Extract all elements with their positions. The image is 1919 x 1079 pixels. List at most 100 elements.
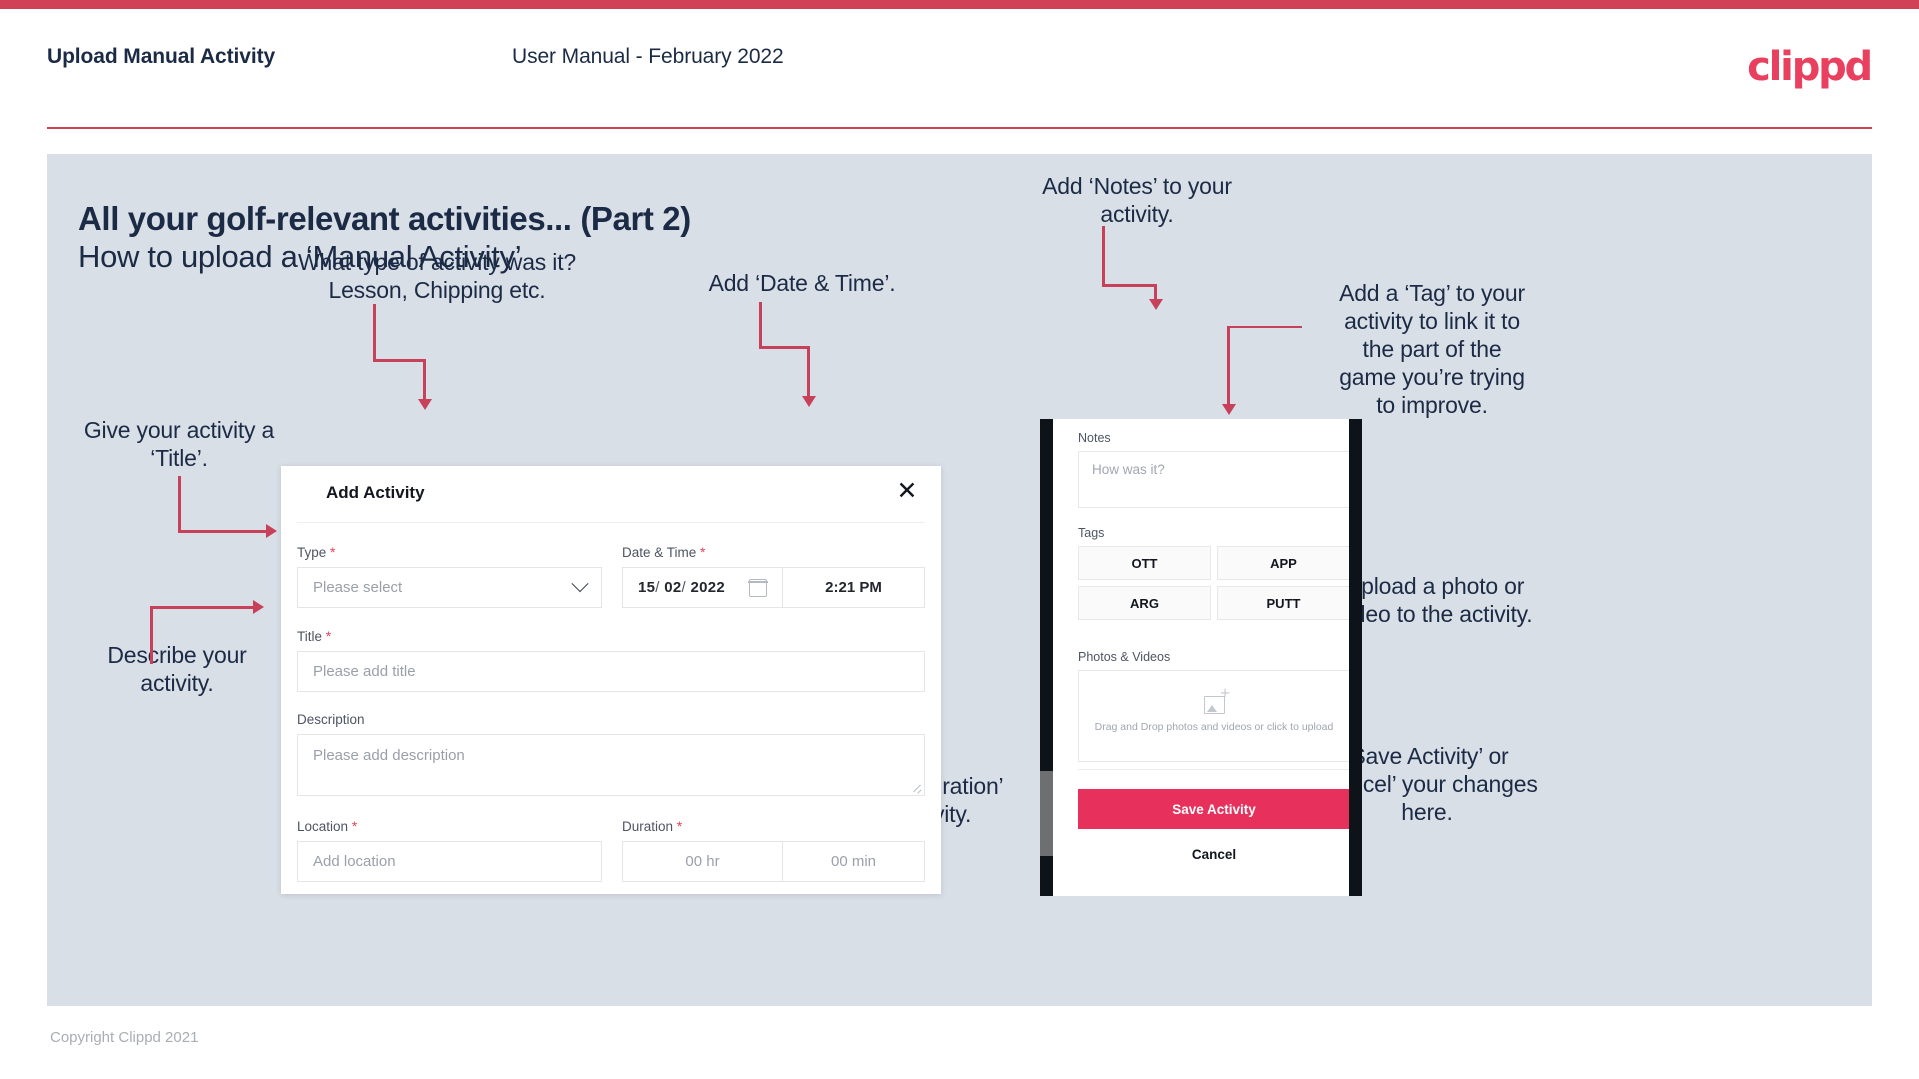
duration-required-marker: * xyxy=(676,818,683,834)
connector-type-arrow xyxy=(418,399,432,410)
description-textarea[interactable]: Please add description xyxy=(297,734,925,796)
connector-desc-v xyxy=(150,606,153,664)
cancel-button[interactable]: Cancel xyxy=(1078,847,1349,862)
tag-button-app[interactable]: APP xyxy=(1217,546,1349,580)
tags-label: Tags xyxy=(1078,526,1105,540)
photo-upload-dropzone[interactable]: Drag and Drop photos and videos or click… xyxy=(1078,670,1349,762)
location-label-text: Location xyxy=(297,819,349,834)
annotation-title: Give your activity a ‘Title’. xyxy=(83,417,275,472)
connector-date-v1 xyxy=(759,302,762,348)
save-activity-button[interactable]: Save Activity xyxy=(1078,789,1349,829)
connector-type-h xyxy=(373,359,426,362)
notes-placeholder: How was it? xyxy=(1092,462,1165,477)
field-datetime: Date & Time * 15/ 02/ 2022 2:21 PM xyxy=(622,544,925,608)
resize-handle-icon[interactable] xyxy=(912,783,921,792)
annotation-notes: Add ‘Notes’ to your activity. xyxy=(1042,173,1232,228)
add-activity-dialog: Add Activity ✕ Type * Please select Date… xyxy=(281,466,941,894)
time-input[interactable]: 2:21 PM xyxy=(782,567,925,608)
phone-divider xyxy=(1078,769,1349,770)
annotation-description: Describe your activity. xyxy=(107,642,247,697)
date-month: 02 xyxy=(664,579,682,596)
title-label-text: Title xyxy=(297,629,323,644)
photos-label: Photos & Videos xyxy=(1078,650,1171,664)
date-day: 15 xyxy=(638,579,656,596)
connector-tags-arrow xyxy=(1222,404,1236,415)
duration-label: Duration * xyxy=(622,818,925,834)
connector-type-v1 xyxy=(373,304,376,361)
connector-desc-arrow xyxy=(253,600,264,614)
row-location-duration: Location * Add location Duration * 00 hr xyxy=(297,818,925,882)
date-input[interactable]: 15/ 02/ 2022 xyxy=(622,567,782,608)
header-divider xyxy=(47,127,1872,129)
phone-field-tags: Tags OTT APP ARG PUTT xyxy=(1078,526,1349,620)
connector-desc-h xyxy=(150,606,255,609)
close-icon[interactable]: ✕ xyxy=(894,478,920,504)
type-select-value: Please select xyxy=(313,579,403,596)
dialog-header: Add Activity ✕ xyxy=(281,466,941,522)
tag-button-putt[interactable]: PUTT xyxy=(1217,586,1349,620)
phone-field-notes: Notes How was it? xyxy=(1078,431,1349,508)
description-placeholder: Please add description xyxy=(313,747,465,764)
connector-title-v xyxy=(178,476,181,532)
connector-tags-v xyxy=(1227,326,1230,406)
dropzone-text: Drag and Drop photos and videos or click… xyxy=(1094,721,1334,734)
duration-label-text: Duration xyxy=(622,819,674,834)
date-year: 2022 xyxy=(690,579,726,596)
duration-hours-placeholder: 00 hr xyxy=(685,853,720,870)
title-label: Title * xyxy=(297,628,925,644)
location-input[interactable]: Add location xyxy=(297,841,602,882)
location-required-marker: * xyxy=(351,818,358,834)
annotation-datetime: Add ‘Date & Time’. xyxy=(708,270,896,296)
connector-notes-h xyxy=(1102,284,1157,287)
time-value: 2:21 PM xyxy=(825,579,882,596)
description-label: Description xyxy=(297,712,925,727)
datetime-label-text: Date & Time xyxy=(622,545,697,560)
field-duration: Duration * 00 hr 00 min xyxy=(622,818,925,882)
annotation-type: What type of activity was it? Lesson, Ch… xyxy=(298,249,576,304)
chevron-down-icon xyxy=(571,574,589,592)
type-label-text: Type xyxy=(297,545,327,560)
phone-frame-left xyxy=(1040,419,1053,896)
title-required-marker: * xyxy=(325,628,332,644)
title-input[interactable]: Please add title xyxy=(297,651,925,692)
header-subtitle: User Manual - February 2022 xyxy=(512,45,784,68)
duration-minutes-placeholder: 00 min xyxy=(830,853,877,870)
tag-button-ott[interactable]: OTT xyxy=(1078,546,1211,580)
type-label: Type * xyxy=(297,544,602,560)
field-description: Description Please add description xyxy=(297,712,925,796)
connector-type-v2 xyxy=(423,359,426,401)
page-header: Upload Manual Activity User Manual - Feb… xyxy=(0,9,1919,129)
calendar-icon[interactable] xyxy=(748,578,768,597)
datetime-label: Date & Time * xyxy=(622,544,925,560)
date-separator-2: / xyxy=(681,579,686,596)
page-title: Upload Manual Activity xyxy=(47,45,276,68)
type-select[interactable]: Please select xyxy=(297,567,602,608)
footer-copyright: Copyright Clippd 2021 xyxy=(50,1029,199,1046)
connector-notes-arrow xyxy=(1149,299,1163,310)
row-type-datetime: Type * Please select Date & Time * 15/ 0… xyxy=(297,544,925,608)
slide-title: All your golf-relevant activities... (Pa… xyxy=(78,200,691,237)
tag-button-arg[interactable]: ARG xyxy=(1078,586,1211,620)
phone-frame-right xyxy=(1349,419,1362,896)
title-input-placeholder: Please add title xyxy=(313,663,416,680)
date-value: 15/ 02/ 2022 xyxy=(638,579,725,596)
field-title: Title * Please add title xyxy=(297,628,925,692)
connector-title-arrow xyxy=(266,524,277,538)
duration-hours-input[interactable]: 00 hr xyxy=(622,841,782,882)
connector-date-arrow xyxy=(802,396,816,407)
notes-input[interactable]: How was it? xyxy=(1078,451,1349,508)
connector-date-h xyxy=(759,346,810,349)
connector-title-h xyxy=(178,530,268,533)
dialog-title: Add Activity xyxy=(326,483,425,502)
connector-notes-v1 xyxy=(1102,226,1105,286)
location-label: Location * xyxy=(297,818,602,834)
slide-canvas: All your golf-relevant activities... (Pa… xyxy=(47,154,1872,1006)
tags-grid: OTT APP ARG PUTT xyxy=(1078,546,1349,620)
field-type: Type * Please select xyxy=(297,544,602,608)
location-placeholder: Add location xyxy=(313,853,396,870)
description-label-text: Description xyxy=(297,712,365,727)
duration-minutes-input[interactable]: 00 min xyxy=(782,841,925,882)
phone-mockup: Notes How was it? Tags OTT APP ARG PUTT … xyxy=(1040,419,1362,896)
top-accent-bar xyxy=(0,0,1919,9)
phone-side-button xyxy=(1040,771,1053,856)
